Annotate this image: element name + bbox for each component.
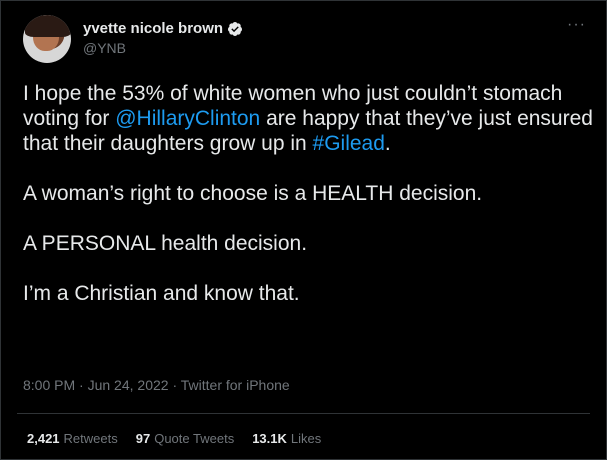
- likes-count: 13.1K: [252, 431, 287, 446]
- tweet-paragraph-4: I’m a Christian and know that.: [23, 282, 300, 305]
- divider: [17, 413, 590, 414]
- meta-separator: ·: [75, 377, 88, 393]
- meta-separator: ·: [168, 377, 181, 393]
- mention-link[interactable]: @HillaryClinton: [115, 107, 260, 130]
- tweet-header: yvette nicole brown @YNB ···: [23, 15, 590, 65]
- tweet-text: I hope the 53% of white women who just c…: [23, 81, 593, 306]
- quote-tweets-count: 97: [135, 431, 151, 446]
- avatar[interactable]: [23, 15, 71, 63]
- verified-badge-icon: [228, 21, 243, 36]
- tweet-source[interactable]: Twitter for iPhone: [181, 377, 290, 393]
- retweets-count: 2,421: [27, 431, 60, 446]
- tweet-paragraph-1: I hope the 53% of white women who just c…: [23, 81, 593, 156]
- tweet-time[interactable]: 8:00 PM: [23, 377, 75, 393]
- likes-stat[interactable]: 13.1K Likes: [252, 431, 321, 446]
- tweet-paragraph-2: A woman’s right to choose is a HEALTH de…: [23, 182, 483, 205]
- retweets-stat[interactable]: 2,421 Retweets: [27, 431, 118, 446]
- tweet-meta: 8:00 PM · Jun 24, 2022 · Twitter for iPh…: [23, 377, 290, 393]
- tweet-stats: 2,421 Retweets 97 Quote Tweets 13.1K Likes: [27, 431, 321, 446]
- author-name-row[interactable]: yvette nicole brown: [83, 20, 243, 37]
- hashtag-link[interactable]: #Gilead: [313, 132, 385, 155]
- author-display-name[interactable]: yvette nicole brown: [83, 20, 223, 37]
- tweet-text-segment: .: [384, 132, 391, 155]
- likes-label: Likes: [290, 431, 322, 446]
- quote-tweets-stat[interactable]: 97 Quote Tweets: [136, 431, 234, 446]
- quote-tweets-label: Quote Tweets: [154, 431, 235, 446]
- retweets-label: Retweets: [63, 431, 118, 446]
- tweet-card: yvette nicole brown @YNB ··· I hope the …: [0, 0, 607, 460]
- author-handle[interactable]: @YNB: [83, 40, 126, 56]
- tweet-date[interactable]: Jun 24, 2022: [88, 377, 169, 393]
- tweet-paragraph-3: A PERSONAL health decision.: [23, 232, 308, 255]
- more-options-icon[interactable]: ···: [567, 17, 586, 33]
